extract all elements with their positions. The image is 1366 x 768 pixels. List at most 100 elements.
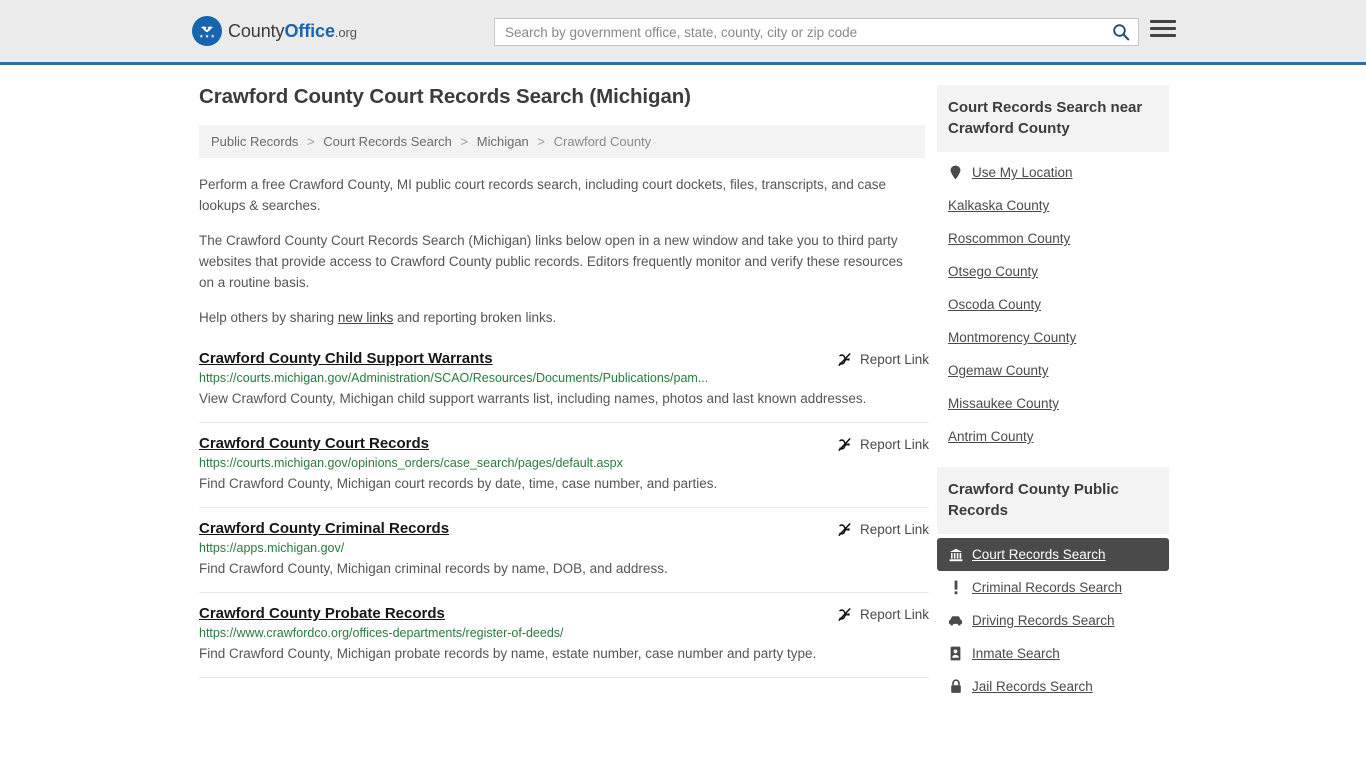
sidebar-item-label: Montmorency County (948, 330, 1077, 345)
lock-icon (948, 679, 963, 694)
hamburger-menu-icon[interactable] (1150, 20, 1176, 37)
report-link-label: Report Link (859, 522, 929, 537)
search-input[interactable] (495, 19, 1104, 45)
exclamation-icon (948, 580, 963, 595)
sidebar-item-label: Court Records Search (972, 547, 1106, 562)
result-item: Crawford County Court Records https://co… (199, 423, 929, 508)
hamburger-bar (1150, 20, 1176, 23)
intro-paragraph-3: Help others by sharing new links and rep… (199, 307, 909, 328)
breadcrumb-item-public-records[interactable]: Public Records (211, 134, 298, 149)
search-bar (494, 18, 1139, 46)
broken-link-icon (838, 523, 851, 536)
sidebar-item-inmate-search[interactable]: Inmate Search (937, 637, 1169, 670)
page-title: Crawford County Court Records Search (Mi… (199, 85, 691, 108)
report-link-label: Report Link (859, 352, 929, 367)
car-icon (948, 615, 963, 626)
sidebar-item-criminal-records-search[interactable]: Criminal Records Search (937, 571, 1169, 604)
intro-paragraph-1: Perform a free Crawford County, MI publi… (199, 177, 887, 213)
site-logo[interactable]: CountyOffice.org (192, 16, 357, 46)
sidebar-item-label: Driving Records Search (972, 613, 1115, 628)
result-url: https://courts.michigan.gov/opinions_ord… (199, 456, 623, 470)
hamburger-bar (1150, 34, 1176, 37)
sidebar-item-oscoda-county[interactable]: Oscoda County (937, 288, 1169, 321)
courthouse-icon (948, 548, 963, 562)
records-panel-heading: Crawford County Public Records (937, 467, 1169, 534)
eagle-badge-icon (192, 16, 222, 46)
report-link-button[interactable]: Report Link (836, 351, 929, 368)
result-item: Crawford County Criminal Records https:/… (199, 508, 929, 593)
sidebar-item-label: Missaukee County (948, 396, 1060, 411)
sidebar-item-label: Ogemaw County (948, 363, 1049, 378)
result-title-link[interactable]: Crawford County Probate Records (199, 605, 445, 622)
results-list: Crawford County Child Support Warrants h… (199, 342, 929, 678)
main-content: Crawford County Court Records Search (Mi… (199, 85, 929, 717)
result-url: https://www.crawfordco.org/offices-depar… (199, 626, 564, 640)
report-link-label: Report Link (859, 437, 929, 452)
map-pin-icon (948, 165, 963, 180)
page-body: Crawford County Court Records Search (Mi… (0, 65, 1366, 717)
result-title-link[interactable]: Crawford County Child Support Warrants (199, 350, 493, 367)
logo-text: CountyOffice.org (228, 21, 357, 42)
logo-bold: Office (284, 20, 335, 41)
result-item: Crawford County Probate Records https://… (199, 593, 929, 678)
sidebar-item-label: Criminal Records Search (972, 580, 1123, 595)
logo-tld: .org (334, 24, 357, 40)
result-description: Find Crawford County, Michigan probate r… (199, 646, 817, 661)
sidebar-item-label: Inmate Search (972, 646, 1060, 661)
result-title-link[interactable]: Crawford County Criminal Records (199, 520, 449, 537)
nearby-panel-heading: Court Records Search near Crawford Count… (937, 85, 1169, 152)
intro-p3-after: and reporting broken links. (393, 310, 557, 325)
broken-link-icon (838, 608, 851, 621)
result-item: Crawford County Child Support Warrants h… (199, 342, 929, 423)
sidebar: Court Records Search near Crawford Count… (937, 85, 1169, 717)
report-link-button[interactable]: Report Link (836, 606, 929, 623)
result-description: Find Crawford County, Michigan criminal … (199, 561, 668, 576)
sidebar-item-jail-records-search[interactable]: Jail Records Search (937, 670, 1169, 703)
nearby-counties-panel: Court Records Search near Crawford Count… (937, 85, 1169, 453)
site-header: CountyOffice.org (0, 0, 1366, 65)
nearby-counties-list: Use My Location Kalkaska County Roscommo… (937, 152, 1169, 453)
sidebar-item-driving-records-search[interactable]: Driving Records Search (937, 604, 1169, 637)
breadcrumb-separator: > (537, 134, 545, 149)
sidebar-item-otsego-county[interactable]: Otsego County (937, 255, 1169, 288)
intro-paragraph-2: The Crawford County Court Records Search… (199, 233, 903, 290)
sidebar-item-label: Roscommon County (948, 231, 1071, 246)
sidebar-item-label: Otsego County (948, 264, 1039, 279)
sidebar-item-missaukee-county[interactable]: Missaukee County (937, 387, 1169, 420)
sidebar-item-label: Oscoda County (948, 297, 1042, 312)
result-description: View Crawford County, Michigan child sup… (199, 391, 867, 406)
report-link-button[interactable]: Report Link (836, 521, 929, 538)
intro-p3-before: Help others by sharing (199, 310, 338, 325)
breadcrumb: Public Records > Court Records Search > … (199, 125, 925, 158)
result-url: https://courts.michigan.gov/Administrati… (199, 371, 709, 385)
breadcrumb-item-michigan[interactable]: Michigan (477, 134, 529, 149)
report-link-button[interactable]: Report Link (836, 436, 929, 453)
search-icon (1113, 24, 1130, 41)
breadcrumb-separator: > (460, 134, 469, 149)
breadcrumb-item-crawford-county: Crawford County (553, 134, 652, 149)
sidebar-item-ogemaw-county[interactable]: Ogemaw County (937, 354, 1169, 387)
sidebar-item-label: Jail Records Search (972, 679, 1093, 694)
broken-link-icon (838, 353, 851, 366)
public-records-panel: Crawford County Public Records Court Rec… (937, 467, 1169, 703)
new-links-link[interactable]: new links (338, 310, 394, 325)
hamburger-bar (1150, 27, 1176, 30)
sidebar-item-label: Kalkaska County (948, 198, 1050, 213)
sidebar-item-court-records-search[interactable]: Court Records Search (937, 538, 1169, 571)
public-records-list: Court Records Search Criminal Records Se… (937, 534, 1169, 703)
sidebar-item-antrim-county[interactable]: Antrim County (937, 420, 1169, 453)
report-link-label: Report Link (859, 607, 929, 622)
result-url: https://apps.michigan.gov/ (199, 541, 345, 555)
sidebar-item-kalkaska-county[interactable]: Kalkaska County (937, 189, 1169, 222)
breadcrumb-separator: > (307, 134, 315, 149)
result-description: Find Crawford County, Michigan court rec… (199, 476, 718, 491)
sidebar-item-montmorency-county[interactable]: Montmorency County (937, 321, 1169, 354)
result-title-link[interactable]: Crawford County Court Records (199, 435, 429, 452)
search-button[interactable] (1104, 19, 1138, 45)
intro-text: Perform a free Crawford County, MI publi… (199, 174, 929, 328)
logo-prefix: County (228, 20, 285, 41)
breadcrumb-item-court-records-search[interactable]: Court Records Search (323, 134, 452, 149)
id-badge-icon (948, 646, 963, 661)
sidebar-item-use-my-location[interactable]: Use My Location (937, 156, 1169, 189)
sidebar-item-roscommon-county[interactable]: Roscommon County (937, 222, 1169, 255)
